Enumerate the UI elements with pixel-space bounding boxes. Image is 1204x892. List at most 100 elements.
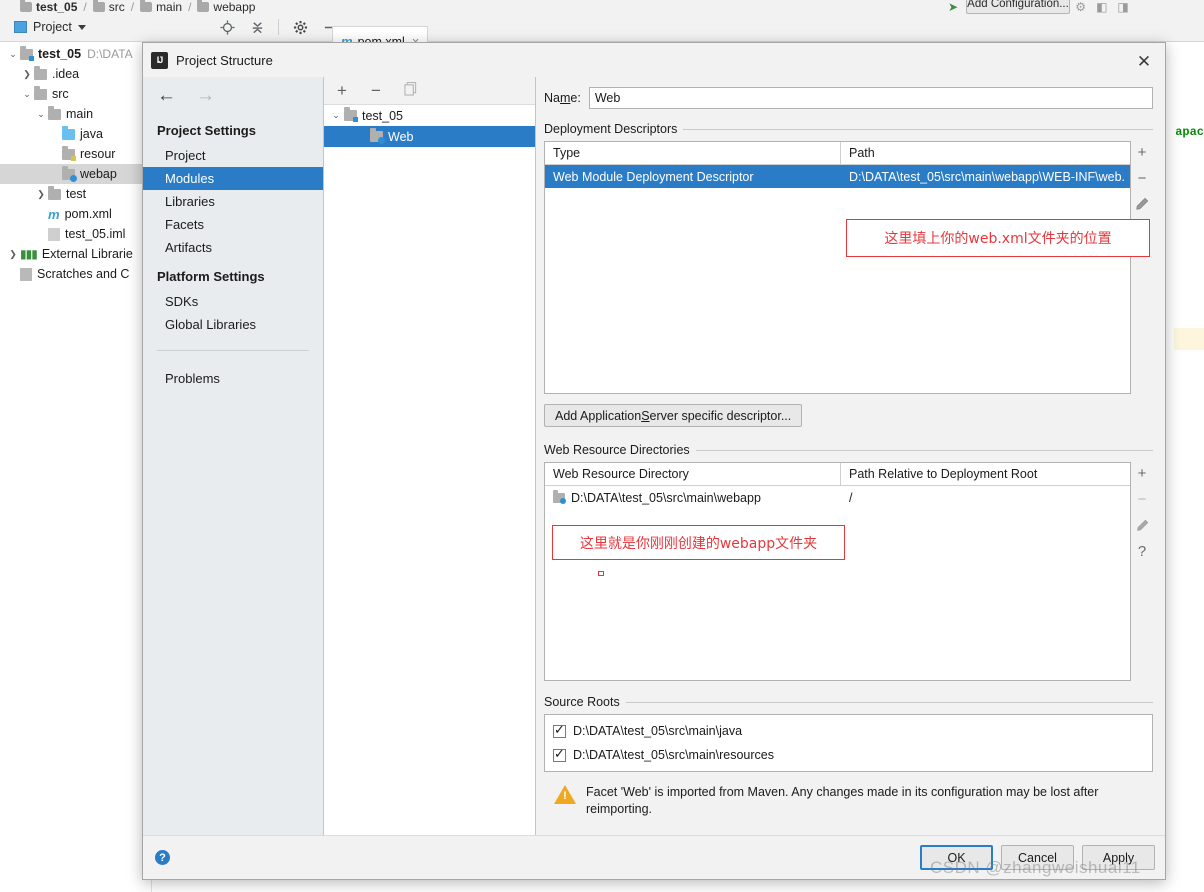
close-icon[interactable]: ✕: [1133, 50, 1155, 72]
help-circle-icon[interactable]: ?: [155, 850, 170, 865]
copy-icon[interactable]: [402, 81, 418, 99]
module-tree-toolbar: + −: [324, 77, 535, 105]
tree-row[interactable]: resour: [0, 144, 151, 164]
tree-row[interactable]: ❯ ▮▮▮ External Librarie: [0, 244, 151, 264]
tree-row[interactable]: m pom.xml: [0, 204, 151, 224]
checkbox-checked-icon[interactable]: [553, 722, 566, 738]
add-app-server-descriptor-button[interactable]: Add Application Server specific descript…: [544, 404, 803, 427]
table-row[interactable]: Web Module Deployment Descriptor D:\DATA…: [545, 165, 1130, 188]
source-folder-icon: [62, 125, 75, 140]
tree-row[interactable]: ❯ .idea: [0, 64, 151, 84]
cell-directory: D:\DATA\test_05\src\main\webapp: [545, 486, 841, 509]
tree-row[interactable]: Scratches and C: [0, 264, 151, 284]
folder-icon: [197, 0, 210, 12]
checkbox-checked-icon[interactable]: [553, 746, 566, 762]
cell-directory-text: D:\DATA\test_05\src\main\webapp: [571, 490, 761, 505]
nav-item-modules[interactable]: Modules: [143, 167, 323, 190]
nav-item-problems[interactable]: Problems: [143, 367, 323, 390]
module-folder-icon: [20, 45, 34, 61]
source-root-item[interactable]: D:\DATA\test_05\src\main\java: [545, 719, 1152, 743]
column-header-path-relative[interactable]: Path Relative to Deployment Root: [841, 463, 1130, 485]
web-facet-icon: [370, 128, 385, 144]
profile-icon[interactable]: ◨: [1117, 0, 1128, 14]
module-tree-node-test-05[interactable]: ⌄ test_05: [324, 105, 535, 126]
add-icon[interactable]: +: [334, 82, 350, 99]
tree-row[interactable]: java: [0, 124, 151, 144]
edit-pencil-icon[interactable]: [1136, 516, 1149, 534]
web-folder-icon: [62, 165, 77, 182]
arrow-left-icon[interactable]: ←: [157, 86, 176, 105]
help-icon[interactable]: ?: [1138, 542, 1146, 560]
tree-row[interactable]: ⌄ main: [0, 104, 151, 124]
chevron-right-icon[interactable]: ❯: [6, 249, 20, 260]
maven-reimport-icon[interactable]: ➤: [948, 0, 958, 14]
collapse-all-icon[interactable]: [248, 18, 266, 36]
tree-label: test_05.iml: [65, 227, 126, 241]
folder-icon: [92, 0, 105, 12]
remove-icon[interactable]: −: [1138, 169, 1147, 187]
section-rule: [695, 449, 1153, 451]
nav-item-libraries[interactable]: Libraries: [143, 190, 323, 213]
arrow-right-icon[interactable]: →: [196, 86, 215, 105]
nav-group-title-project-settings: Project Settings: [157, 123, 256, 138]
nav-item-artifacts[interactable]: Artifacts: [143, 236, 323, 259]
table-row[interactable]: D:\DATA\test_05\src\main\webapp /: [545, 486, 1130, 509]
dialog-title: Project Structure: [176, 52, 273, 68]
edit-pencil-icon[interactable]: [1135, 195, 1149, 213]
remove-icon[interactable]: −: [1138, 490, 1147, 508]
remove-icon[interactable]: −: [368, 82, 384, 99]
add-configuration-button[interactable]: Add Configuration...: [966, 0, 1070, 14]
module-tree-label: test_05: [362, 108, 404, 123]
toolbar-divider: [278, 19, 279, 35]
code-text: apac: [1175, 125, 1204, 139]
chevron-down-icon[interactable]: ⌄: [328, 110, 344, 121]
iml-file-icon: [48, 227, 60, 241]
project-toolwindow-header[interactable]: Project: [14, 20, 86, 34]
locate-target-icon[interactable]: [218, 18, 236, 36]
breadcrumb-item-3[interactable]: webapp: [197, 0, 255, 14]
warning-triangle-icon: [554, 785, 576, 804]
watermark: CSDN @zhangweishuai11: [930, 858, 1141, 877]
chevron-down-icon[interactable]: ⌄: [34, 109, 48, 120]
nav-item-project[interactable]: Project: [143, 144, 323, 167]
debug-icon[interactable]: ⚙: [1075, 0, 1086, 14]
add-icon[interactable]: +: [1138, 464, 1147, 482]
section-header-web-resource-directories: Web Resource Directories: [544, 443, 1153, 457]
tree-row[interactable]: ⌄ src: [0, 84, 151, 104]
tree-row[interactable]: ❯ test: [0, 184, 151, 204]
coverage-icon[interactable]: ◧: [1096, 0, 1107, 14]
source-root-item[interactable]: D:\DATA\test_05\src\main\resources: [545, 743, 1152, 767]
tree-label: main: [66, 107, 94, 121]
nav-item-sdks[interactable]: SDKs: [143, 290, 323, 313]
section-rule: [683, 128, 1153, 130]
chevron-down-icon[interactable]: [77, 24, 86, 30]
module-tree-node-web[interactable]: Web: [324, 126, 535, 147]
nav-item-global-libraries[interactable]: Global Libraries: [143, 313, 323, 336]
nav-item-facets[interactable]: Facets: [143, 213, 323, 236]
gear-icon[interactable]: [291, 18, 309, 36]
column-header-path[interactable]: Path: [841, 142, 1130, 164]
chevron-right-icon[interactable]: ❯: [34, 189, 48, 200]
column-header-web-resource-directory[interactable]: Web Resource Directory: [545, 463, 841, 485]
code-highlight: [1174, 328, 1204, 350]
breadcrumb-item-2[interactable]: main: [140, 0, 182, 14]
tree-label: Scratches and C: [37, 267, 130, 281]
name-input[interactable]: [588, 87, 1153, 109]
cell-type: Web Module Deployment Descriptor: [553, 169, 754, 184]
source-root-path: D:\DATA\test_05\src\main\java: [573, 724, 743, 738]
chevron-down-icon[interactable]: ⌄: [6, 49, 20, 60]
breadcrumb-item-0[interactable]: test_05: [20, 0, 77, 14]
breadcrumb-item-1[interactable]: src: [92, 0, 125, 14]
facet-settings-panel: Name: Deployment Descriptors Type Path W…: [536, 77, 1165, 835]
chevron-right-icon[interactable]: ❯: [20, 69, 34, 80]
column-header-type[interactable]: Type: [545, 142, 841, 164]
nav-group-title-platform-settings: Platform Settings: [157, 269, 265, 284]
add-icon[interactable]: +: [1138, 143, 1147, 161]
deployment-descriptors-table-wrap: Type Path Web Module Deployment Descript…: [544, 141, 1153, 394]
folder-icon: [48, 105, 61, 120]
tree-row[interactable]: webap: [0, 164, 151, 184]
tree-row[interactable]: test_05.iml: [0, 224, 151, 244]
chevron-down-icon[interactable]: ⌄: [20, 89, 34, 100]
tree-row[interactable]: ⌄ test_05 D:\DATA: [0, 44, 151, 64]
tree-label: test_05: [38, 47, 82, 61]
